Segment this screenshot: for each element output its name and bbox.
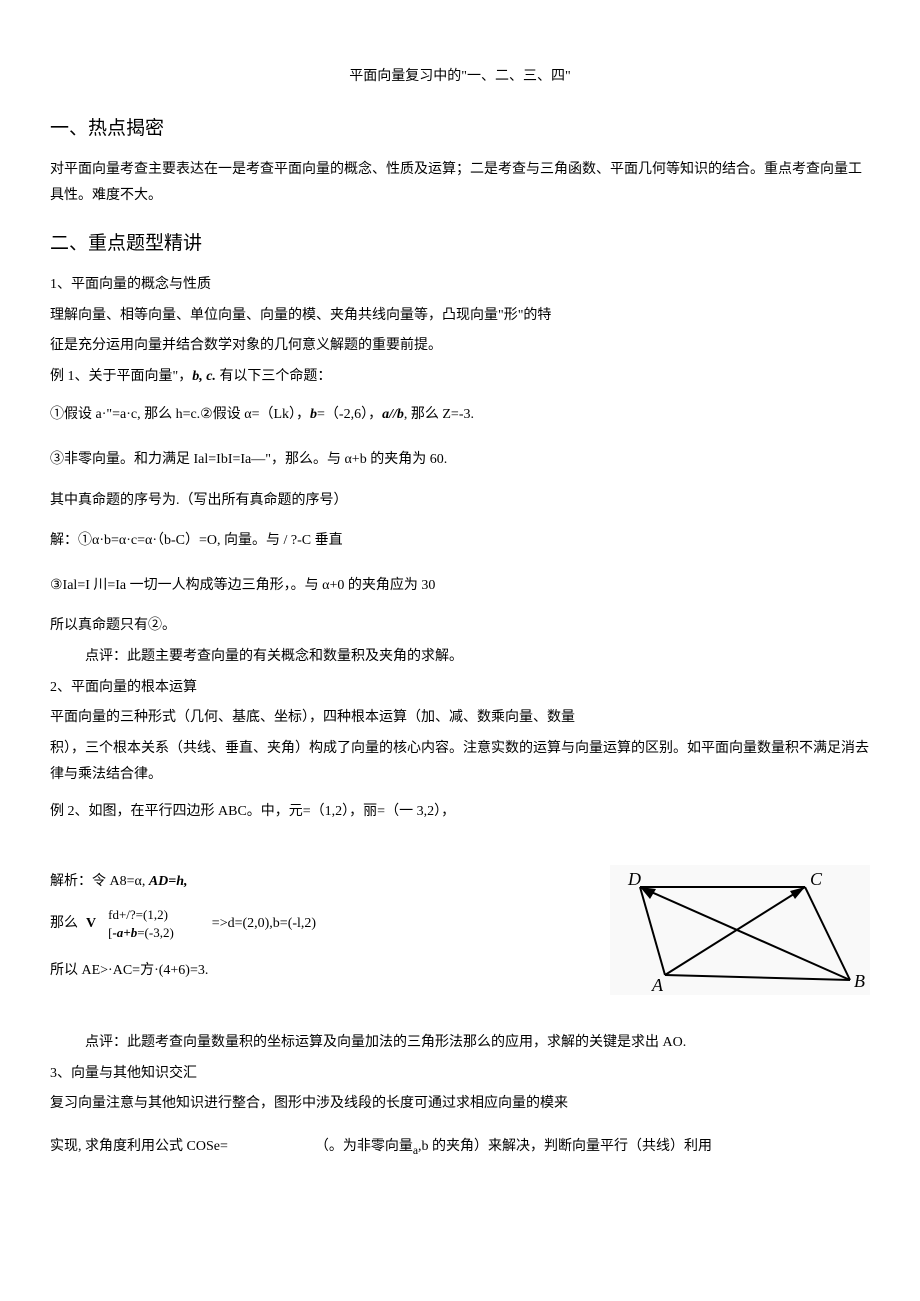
subsection-3-line2: 实现, 求角度利用公式 COSe= （。为非零向量a,b 的夹角）来解决，判断向… (50, 1134, 870, 1162)
text-run: 那么 (50, 911, 78, 938)
text-run-italic: a//b (382, 407, 404, 422)
equation-bottom: [-a+b=(-3,2) (108, 924, 174, 942)
page-title: 平面向量复习中的"一、二、三、四" (50, 64, 870, 91)
subsection-1-title: 1、平面向量的概念与性质 (50, 272, 870, 299)
example-1-comment: 点评：此题主要考查向量的有关概念和数量积及夹角的求解。 (50, 644, 870, 671)
text-run: 有以下三个命题： (216, 369, 332, 384)
subsection-3-title: 3、向量与其他知识交汇 (50, 1061, 870, 1088)
example-2-result: 所以 AE>·AC=方·(4+6)=3. (50, 958, 580, 985)
example-1-solution-3: ③Ial=I 川=Ia 一切一人构成等边三角形，。与 α+0 的夹角应为 30 (50, 573, 870, 600)
text-run: =(-3,2) (137, 925, 174, 940)
example-1-answer: 所以真命题只有②。 (50, 613, 870, 640)
text-run: （。为非零向量 (315, 1139, 413, 1154)
text-run: 实现, 求角度利用公式 COSe= (50, 1139, 228, 1154)
example-2-equation-block: 那么 V fd+/?=(1,2) [-a+b=(-3,2) =>d=(2,0),… (50, 906, 580, 942)
text-run: ①假设 a·"=a·c, 那么 h=c.②假设 α=（Lk）， (50, 407, 310, 422)
equation-top: fd+/?=(1,2) (108, 906, 174, 924)
subsection-2-line1: 平面向量的三种形式（几何、基底、坐标），四种根本运算（加、减、数乘向量、数量 (50, 705, 870, 732)
text-run-italic: b, c. (192, 369, 216, 384)
section-2-heading: 二、重点题型精讲 (50, 226, 870, 262)
equation-result: =>d=(2,0),b=(-l,2) (212, 911, 316, 938)
example-1-solution-1: 解：①α·b=α·c=α·（b-C）=O, 向量。与 / ?-C 垂直 (50, 528, 870, 555)
example-2-comment: 点评：此题考查向量数量积的坐标运算及向量加法的三角形法那么的应用，求解的关键是求… (50, 1030, 870, 1057)
example-2-intro: 例 2、如图，在平行四边形 ABC。中，元=（1,2），丽=（一 3,2）， (50, 799, 870, 826)
text-run-italic: b (310, 407, 317, 422)
subsection-1-line1: 理解向量、相等向量、单位向量、向量的模、夹角共线向量等，凸现向量"形"的特 (50, 303, 870, 330)
text-run: =（-2,6）， (317, 407, 382, 422)
equation-cases: fd+/?=(1,2) [-a+b=(-3,2) (108, 906, 174, 942)
text-run: ,b 的夹角）来解决，判断向量平行（共线）利用 (418, 1139, 712, 1154)
example-1-question: 其中真命题的序号为.（写出所有真命题的序号） (50, 488, 870, 515)
section-1-body: 对平面向量考查主要表达在一是考查平面向量的概念、性质及运算；二是考查与三角函数、… (50, 157, 870, 210)
subsection-2-title: 2、平面向量的根本运算 (50, 675, 870, 702)
text-run: V (86, 911, 96, 938)
section-1-heading: 一、热点揭密 (50, 111, 870, 147)
label-C: C (810, 869, 823, 889)
parallelogram-figure: D C A B (610, 865, 870, 1006)
example-1-item-3: ③非零向量。和力满足 Ial=IbI=Ia—"，那么。与 α+b 的夹角为 60… (50, 447, 870, 474)
text-run-italic: AD=h, (149, 874, 188, 889)
text-run-italic: -a+b (112, 925, 137, 940)
label-B: B (854, 971, 865, 991)
example-1-item-1: ①假设 a·"=a·c, 那么 h=c.②假设 α=（Lk），b=（-2,6），… (50, 402, 870, 429)
text-run: , 那么 Z=-3. (404, 407, 474, 422)
text-run: 解析：令 A8=α, (50, 874, 149, 889)
label-A: A (651, 975, 664, 995)
subsection-2-line2: 积），三个根本关系（共线、垂直、夹角）构成了向量的核心内容。注意实数的运算与向量… (50, 736, 870, 789)
subsection-1-line2: 征是充分运用向量并结合数学对象的几何意义解题的重要前提。 (50, 333, 870, 360)
label-D: D (627, 869, 641, 889)
subsection-3-line1: 复习向量注意与其他知识进行整合，图形中涉及线段的长度可通过求相应向量的模来 (50, 1091, 870, 1118)
example-2-solution-start: 解析：令 A8=α, AD=h, (50, 869, 580, 896)
example-1-intro: 例 1、关于平面向量"，b, c. 有以下三个命题： (50, 364, 870, 391)
text-run: 例 1、关于平面向量"， (50, 369, 192, 384)
